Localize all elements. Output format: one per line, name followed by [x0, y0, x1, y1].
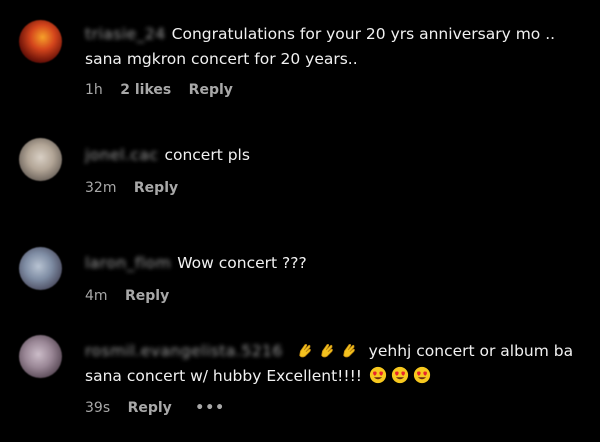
comment-text-line: sana mgkron concert for 20 years.. — [85, 47, 585, 72]
avatar[interactable] — [19, 20, 62, 63]
more-options-icon[interactable]: ••• — [195, 400, 225, 416]
username[interactable]: triasie_24 — [85, 22, 166, 47]
reply-button[interactable]: Reply — [125, 288, 169, 304]
comment-text: sana mgkron concert for 20 years.. — [85, 50, 358, 68]
avatar[interactable] — [19, 138, 62, 181]
comment-text-line: laron_flom Wow concert ??? — [85, 251, 585, 276]
comment-text: Congratulations for your 20 yrs annivers… — [171, 25, 556, 43]
username[interactable]: rosmil.evangelista.5216 — [85, 339, 283, 364]
comment-meta: 39s Reply ••• — [85, 400, 238, 416]
comment-text: yehhj concert or album ba — [368, 342, 574, 360]
timestamp: 4m — [85, 288, 108, 304]
avatar[interactable] — [19, 247, 62, 290]
comment-text: Wow concert ??? — [177, 254, 307, 272]
comment-text: sana concert w/ hubby Excellent!!!! — [85, 367, 362, 385]
comment-meta: 1h 2 likes Reply — [85, 82, 246, 98]
heart-eyes-emoji-icon — [369, 366, 387, 384]
username[interactable]: laron_flom — [85, 251, 171, 276]
timestamp: 39s — [85, 400, 111, 416]
timestamp: 32m — [85, 180, 117, 196]
clapping-hands-emoji-icon — [320, 343, 333, 358]
heart-eyes-emoji-icon — [413, 366, 431, 384]
reply-button[interactable]: Reply — [134, 180, 178, 196]
comment-text-line: sana concert w/ hubby Excellent!!!! — [85, 364, 585, 389]
avatar[interactable] — [19, 335, 62, 378]
timestamp: 1h — [85, 82, 103, 98]
reply-button[interactable]: Reply — [128, 400, 172, 416]
comment-body: laron_flom Wow concert ??? — [85, 251, 585, 276]
reply-button[interactable]: Reply — [189, 82, 233, 98]
likes-count[interactable]: 2 likes — [120, 82, 171, 98]
comment-text-line: triasie_24 Congratulations for your 20 yr… — [85, 22, 585, 47]
clapping-hands-emoji-icon — [342, 343, 355, 358]
comment-text-line: rosmil.evangelista.5216 yehhj concert or… — [85, 339, 585, 364]
comment-text-line: jonel.cac concert pls — [85, 143, 585, 168]
comment-meta: 4m Reply — [85, 288, 182, 304]
username[interactable]: jonel.cac — [85, 143, 158, 168]
comment-body: jonel.cac concert pls — [85, 143, 585, 168]
heart-eyes-emoji-icon — [391, 366, 409, 384]
comment-body: rosmil.evangelista.5216 yehhj concert or… — [85, 339, 585, 389]
comment-meta: 32m Reply — [85, 180, 191, 196]
comment-body: triasie_24 Congratulations for your 20 yr… — [85, 22, 585, 72]
comment-text: concert pls — [164, 146, 250, 164]
clapping-hands-emoji-icon — [298, 343, 311, 358]
